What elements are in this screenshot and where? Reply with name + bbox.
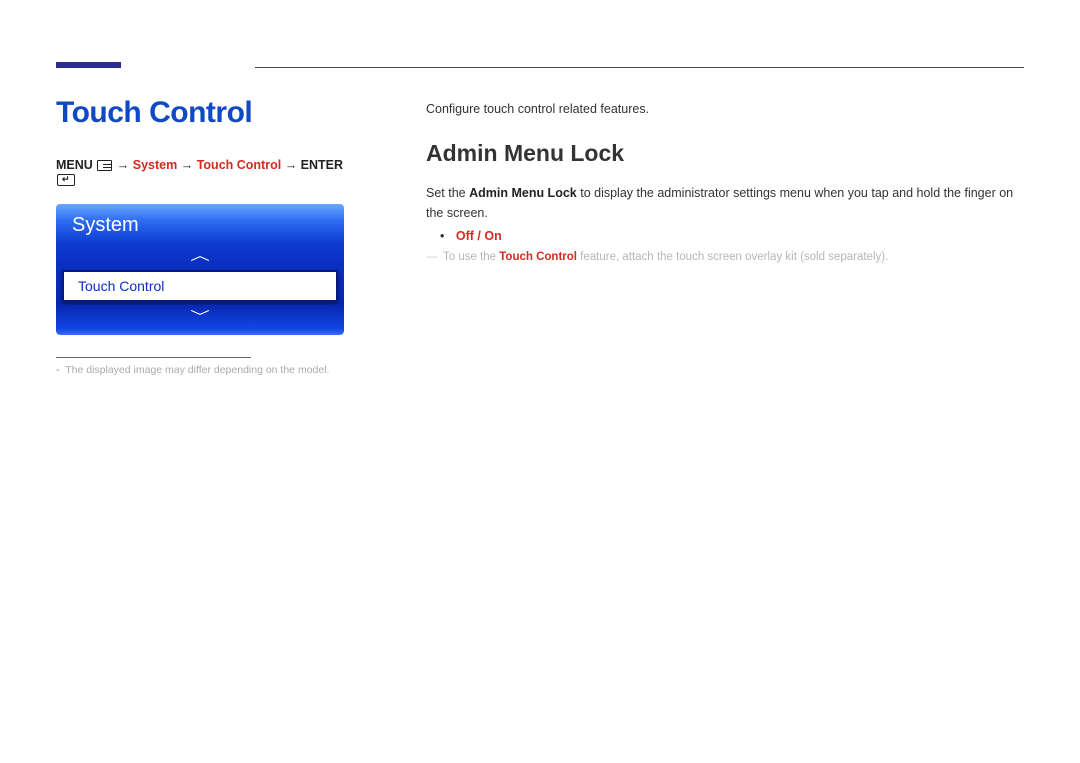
option-on: On xyxy=(484,229,501,243)
breadcrumb-system: System xyxy=(133,158,177,172)
breadcrumb-touch: Touch Control xyxy=(197,158,281,172)
breadcrumb-arrow: → xyxy=(181,158,197,172)
note-line: ― To use the Touch Control feature, atta… xyxy=(426,251,1024,263)
footnote-text: The displayed image may differ depending… xyxy=(65,364,329,376)
note-dash: ― xyxy=(426,251,440,263)
description: Set the Admin Menu Lock to display the a… xyxy=(426,183,1024,223)
page-content: Touch Control MENU → System → Touch Cont… xyxy=(0,0,1080,376)
chevron-down-icon: ﹀ xyxy=(190,305,210,329)
intro-text: Configure touch control related features… xyxy=(426,102,1024,116)
menu-icon xyxy=(97,160,112,171)
chevron-up-icon: ︿ xyxy=(190,245,210,265)
desc-prefix: Set the xyxy=(426,186,469,200)
option-sep: / xyxy=(474,229,484,243)
osd-panel: System ︿ Touch Control ﹀ xyxy=(56,204,344,335)
enter-icon xyxy=(57,174,75,186)
left-column: Touch Control MENU → System → Touch Cont… xyxy=(56,96,396,376)
osd-up-arrow-row[interactable]: ︿ xyxy=(56,245,344,267)
footnote-separator xyxy=(56,357,251,358)
accent-bar xyxy=(56,62,121,68)
breadcrumb-enter-label: ENTER xyxy=(301,158,343,172)
osd-selected-row[interactable]: Touch Control xyxy=(56,267,344,305)
option-off: Off xyxy=(456,229,474,243)
header-rule xyxy=(255,67,1024,68)
breadcrumb-arrow: → xyxy=(117,158,133,172)
page-title: Touch Control xyxy=(56,96,356,130)
osd-header: System xyxy=(56,204,344,245)
option-line: • Off / On xyxy=(440,229,1024,243)
breadcrumb-arrow: → xyxy=(285,158,301,172)
bullet-icon: • xyxy=(440,229,444,243)
note-bold: Touch Control xyxy=(499,251,577,263)
section-title: Admin Menu Lock xyxy=(426,140,1024,167)
footnote: - The displayed image may differ dependi… xyxy=(56,364,356,376)
note-prefix: To use the xyxy=(443,251,499,263)
footnote-dash: - xyxy=(56,364,60,376)
breadcrumb-menu-label: MENU xyxy=(56,158,93,172)
osd-selected-label: Touch Control xyxy=(62,270,338,302)
osd-down-arrow-row[interactable]: ﹀ xyxy=(56,305,344,335)
right-column: Configure touch control related features… xyxy=(396,96,1024,376)
desc-bold: Admin Menu Lock xyxy=(469,186,577,200)
breadcrumb: MENU → System → Touch Control → ENTER xyxy=(56,158,356,186)
note-suffix: feature, attach the touch screen overlay… xyxy=(577,251,888,263)
